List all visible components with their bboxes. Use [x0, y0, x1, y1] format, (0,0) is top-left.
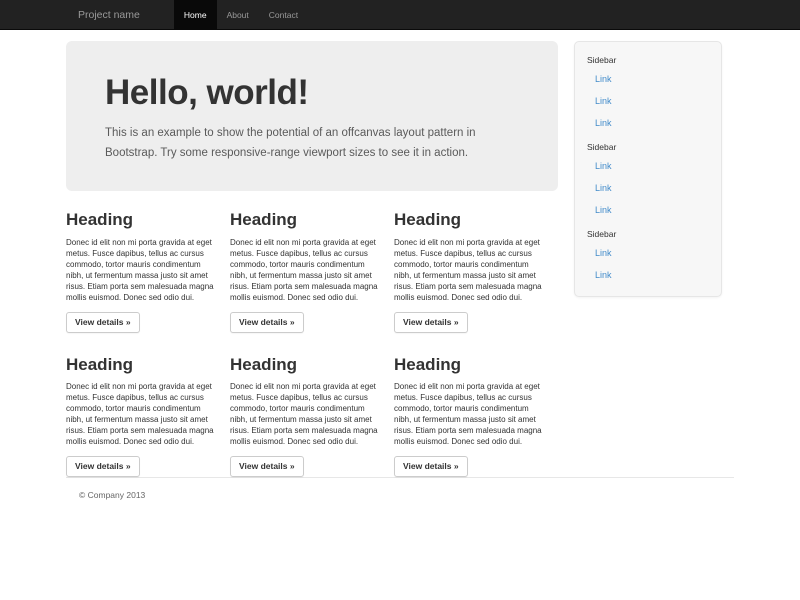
view-details-button[interactable]: View details »: [66, 456, 140, 477]
card-body-text: Donec id elit non mi porta gravida at eg…: [230, 381, 383, 447]
sidebar-group-heading: Sidebar: [575, 47, 721, 68]
jumbotron-title: Hello, world!: [105, 75, 520, 110]
feature-card: Heading Donec id elit non mi porta gravi…: [394, 333, 558, 478]
sidebar-link[interactable]: Link: [575, 177, 721, 199]
feature-card: Heading Donec id elit non mi porta gravi…: [230, 191, 394, 333]
feature-card: Heading Donec id elit non mi porta gravi…: [394, 191, 558, 333]
top-navbar: Project name Home About Contact: [0, 0, 800, 30]
view-details-button[interactable]: View details »: [230, 456, 304, 477]
card-heading: Heading: [66, 356, 218, 375]
feature-card: Heading Donec id elit non mi porta gravi…: [230, 333, 394, 478]
navbar-container: Project name Home About Contact: [66, 0, 734, 30]
card-body-text: Donec id elit non mi porta gravida at eg…: [66, 237, 219, 303]
feature-card: Heading Donec id elit non mi porta gravi…: [66, 333, 230, 478]
card-body-text: Donec id elit non mi porta gravida at eg…: [394, 381, 547, 447]
sidebar-panel: Sidebar Link Link Link Sidebar Link Link…: [574, 41, 722, 297]
sidebar-group-heading: Sidebar: [575, 134, 721, 155]
sidebar-link[interactable]: Link: [575, 68, 721, 90]
sidebar-link[interactable]: Link: [575, 112, 721, 134]
card-body-text: Donec id elit non mi porta gravida at eg…: [66, 381, 219, 447]
cards-row-1: Heading Donec id elit non mi porta gravi…: [66, 191, 558, 333]
sidebar-link[interactable]: Link: [575, 242, 721, 264]
view-details-button[interactable]: View details »: [230, 312, 304, 333]
navbar-menu: Home About Contact: [174, 0, 308, 30]
card-heading: Heading: [394, 356, 546, 375]
sidebar-link-list: Link Link Link: [575, 155, 721, 221]
card-body-text: Donec id elit non mi porta gravida at eg…: [394, 237, 547, 303]
view-details-button[interactable]: View details »: [66, 312, 140, 333]
feature-card: Heading Donec id elit non mi porta gravi…: [66, 191, 230, 333]
card-body-text: Donec id elit non mi porta gravida at eg…: [230, 237, 383, 303]
card-heading: Heading: [230, 356, 382, 375]
sidebar-link[interactable]: Link: [575, 90, 721, 112]
sidebar-link-list: Link Link: [575, 242, 721, 286]
card-heading: Heading: [66, 211, 218, 230]
jumbotron-description: This is an example to show the potential…: [105, 123, 503, 163]
sidebar-link-list: Link Link Link: [575, 68, 721, 134]
view-details-button[interactable]: View details »: [394, 456, 468, 477]
nav-item-contact[interactable]: Contact: [259, 0, 308, 30]
copyright-text: © Company 2013: [79, 490, 734, 500]
card-heading: Heading: [394, 211, 546, 230]
view-details-button[interactable]: View details »: [394, 312, 468, 333]
cards-row-2: Heading Donec id elit non mi porta gravi…: [66, 333, 558, 478]
card-heading: Heading: [230, 211, 382, 230]
nav-item-home[interactable]: Home: [174, 0, 217, 30]
nav-item-about[interactable]: About: [217, 0, 259, 30]
page-footer: © Company 2013: [66, 477, 734, 540]
sidebar-group-heading: Sidebar: [575, 221, 721, 242]
sidebar-link[interactable]: Link: [575, 264, 721, 286]
page-container: Sidebar Link Link Link Sidebar Link Link…: [66, 30, 734, 540]
brand-link[interactable]: Project name: [66, 0, 152, 30]
jumbotron: Hello, world! This is an example to show…: [66, 41, 558, 191]
sidebar-link[interactable]: Link: [575, 155, 721, 177]
sidebar-link[interactable]: Link: [575, 199, 721, 221]
main-content: Hello, world! This is an example to show…: [66, 30, 558, 477]
